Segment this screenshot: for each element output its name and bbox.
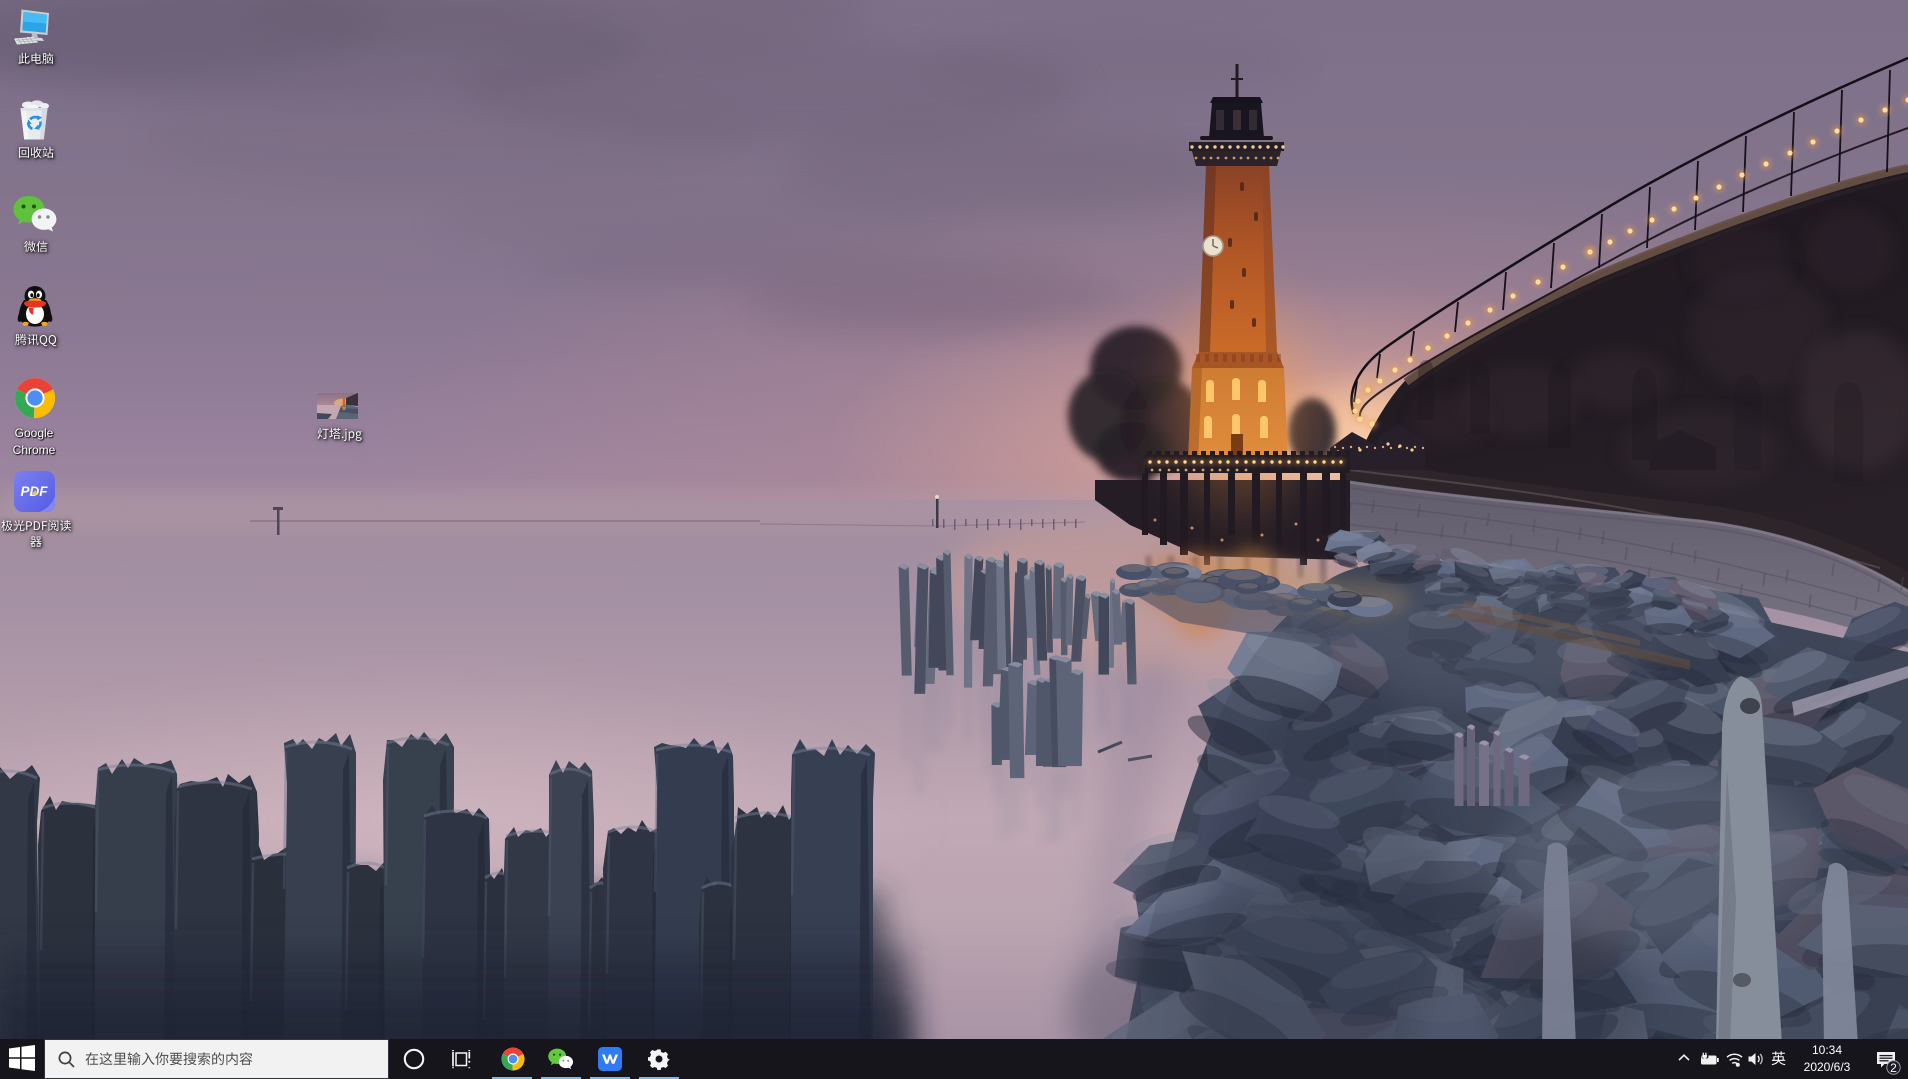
svg-text:2: 2 — [1890, 1061, 1897, 1075]
